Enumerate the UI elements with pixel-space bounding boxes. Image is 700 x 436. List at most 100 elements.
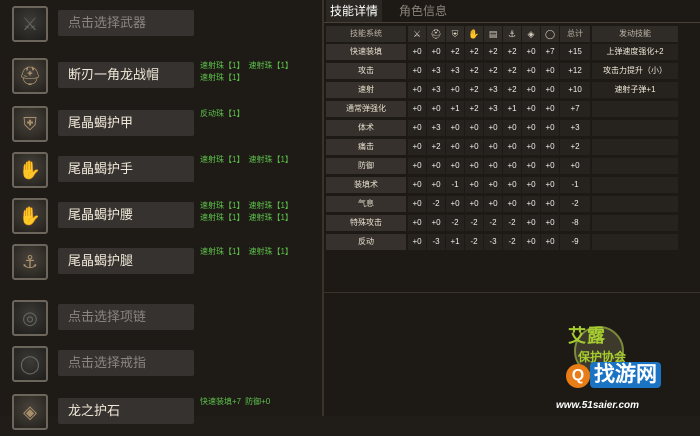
decoration-skill: 速射珠【1】 [200, 201, 245, 210]
equipment-name[interactable]: 尾晶蝎护腰 [58, 202, 194, 228]
skill-total: +3 [560, 120, 590, 136]
equipment-slot[interactable]: ⚔ 点击选择武器 [0, 4, 322, 48]
skill-total: -1 [560, 177, 590, 193]
skill-point: -2 [427, 196, 445, 212]
skill-total: +12 [560, 63, 590, 79]
table-row: 防御 +0 +0 +0 +0 +0 +0 +0 +0 +0 [326, 158, 700, 175]
skill-point: +3 [484, 82, 502, 98]
skill-point: +0 [484, 158, 502, 174]
skill-point: +0 [503, 158, 521, 174]
skill-point: +0 [541, 215, 559, 231]
decoration-skill: 速射珠【1】 [200, 247, 245, 256]
skill-point: +0 [465, 139, 483, 155]
equipment-name[interactable]: 尾晶蝎护手 [58, 156, 194, 182]
table-row: 通常弹强化 +0 +0 +1 +2 +3 +1 +0 +0 +7 [326, 101, 700, 118]
equipment-slot[interactable]: ◯ 点击选择戒指 [0, 344, 322, 388]
equipment-slot[interactable]: ◈ 龙之护石 快速装填+7 防御+0 [0, 392, 322, 436]
decoration-skill: 速射珠【1】 [200, 213, 245, 222]
decoration-skill: 速射珠【1】 [200, 73, 245, 82]
skill-point: -3 [484, 234, 502, 250]
skill-point: +0 [446, 120, 464, 136]
gauntlet-icon[interactable]: ✋ [12, 152, 48, 188]
skill-point: +0 [522, 44, 540, 60]
table-header-row: 技能系统 ⚔ ⛑ ⛨ ✋ ▤ ⚓ ◈ ◯ 总计 发动技能 [326, 26, 700, 43]
equipment-slot[interactable]: ⛑ 断刃一角龙战帽 速射珠【1】 速射珠【1】速射珠【1】 [0, 56, 322, 100]
skill-point: +3 [427, 63, 445, 79]
skill-name: 气息 [326, 196, 406, 212]
ring-icon[interactable]: ◯ [12, 346, 48, 382]
skill-point: +0 [427, 215, 445, 231]
equipment-slot[interactable]: ✋ 尾晶蝎护手 速射珠【1】 速射珠【1】 [0, 150, 322, 194]
skill-point: +0 [522, 63, 540, 79]
equipment-name[interactable]: 点击选择戒指 [58, 350, 194, 376]
watermark-url: www.51saier.com [556, 400, 640, 411]
skill-point: +0 [484, 139, 502, 155]
skill-point: +0 [427, 177, 445, 193]
sword-icon[interactable]: ⚔ [12, 6, 48, 42]
skill-name: 体术 [326, 120, 406, 136]
skill-point: -2 [503, 234, 521, 250]
skill-point: +0 [465, 120, 483, 136]
equipment-name[interactable]: 断刃一角龙战帽 [58, 62, 194, 88]
waist-armor-icon[interactable]: ✋ [12, 198, 48, 234]
skill-point: +0 [503, 177, 521, 193]
skill-point: +0 [522, 215, 540, 231]
skill-point: +0 [503, 139, 521, 155]
decoration-skill: 快速装填+7 [200, 397, 242, 406]
decoration-skills: 快速装填+7 防御+0 [200, 396, 318, 408]
charm-icon[interactable]: ◈ [12, 394, 48, 430]
skill-point: +0 [503, 196, 521, 212]
skill-name: 快速装填 [326, 44, 406, 60]
tab-character-info[interactable]: 角色信息 [399, 0, 459, 22]
skill-point: +0 [541, 177, 559, 193]
skill-point: +0 [446, 82, 464, 98]
skill-total: +2 [560, 139, 590, 155]
skill-total: +10 [560, 82, 590, 98]
skill-point: +0 [427, 101, 445, 117]
equipment-name[interactable]: 点击选择武器 [58, 10, 194, 36]
equipment-name[interactable]: 龙之护石 [58, 398, 194, 424]
skill-point: +0 [408, 196, 426, 212]
skill-point: +0 [484, 120, 502, 136]
skill-point: +0 [446, 139, 464, 155]
watermark-q-icon: Q [566, 364, 590, 388]
skill-name: 攻击 [326, 63, 406, 79]
header-skill-system: 技能系统 [326, 26, 406, 42]
table-row: 痛击 +0 +2 +0 +0 +0 +0 +0 +0 +2 [326, 139, 700, 156]
skill-point: +0 [465, 158, 483, 174]
equipment-name[interactable]: 尾晶蝎护腿 [58, 248, 194, 274]
activated-skill [592, 234, 678, 250]
watermark-brand: 找游网 [590, 362, 661, 388]
activated-skill [592, 196, 678, 212]
helmet-icon[interactable]: ⛑ [12, 58, 48, 94]
skill-point: +0 [541, 82, 559, 98]
activated-skill [592, 158, 678, 174]
skill-point: +2 [484, 44, 502, 60]
necklace-icon[interactable]: ◎ [12, 300, 48, 336]
table-divider [324, 292, 700, 293]
skill-point: +0 [427, 158, 445, 174]
equipment-slot[interactable]: ◎ 点击选择项链 [0, 298, 322, 342]
watermark-line1: 艾露 [568, 326, 606, 346]
equipment-slot[interactable]: ⚓ 尾晶蝎护腿 速射珠【1】 速射珠【1】 [0, 242, 322, 286]
chest-armor-icon[interactable]: ⛨ [12, 106, 48, 142]
skill-point: +0 [427, 44, 445, 60]
equipment-panel: ⚔ 点击选择武器 ⛑ 断刃一角龙战帽 速射珠【1】 速射珠【1】速射珠【1】 ⛨ 尾晶蝎护甲反… [0, 0, 322, 430]
activated-skill [592, 101, 678, 117]
decoration-skills: 速射珠【1】 速射珠【1】速射珠【1】 [200, 60, 318, 84]
equipment-name[interactable]: 点击选择项链 [58, 304, 194, 330]
table-row: 体术 +0 +3 +0 +0 +0 +0 +0 +0 +3 [326, 120, 700, 137]
equipment-slot[interactable]: ✋ 尾晶蝎护腰 速射珠【1】 速射珠【1】速射珠【1】 速射珠【1】 [0, 196, 322, 240]
tab-skill-details[interactable]: 技能详情 [326, 0, 382, 22]
skill-point: +1 [446, 234, 464, 250]
skill-point: +2 [465, 101, 483, 117]
skill-total: +0 [560, 158, 590, 174]
skill-point: +0 [484, 177, 502, 193]
decoration-skill: 速射珠【1】 [248, 201, 293, 210]
leg-armor-icon[interactable]: ⚓ [12, 244, 48, 280]
equipment-name[interactable]: 尾晶蝎护甲 [58, 110, 194, 136]
decoration-skill: 速射珠【1】 [248, 213, 293, 222]
skill-point: +0 [522, 196, 540, 212]
skill-point: +3 [446, 63, 464, 79]
equipment-slot[interactable]: ⛨ 尾晶蝎护甲 反动珠【1】 [0, 104, 322, 148]
